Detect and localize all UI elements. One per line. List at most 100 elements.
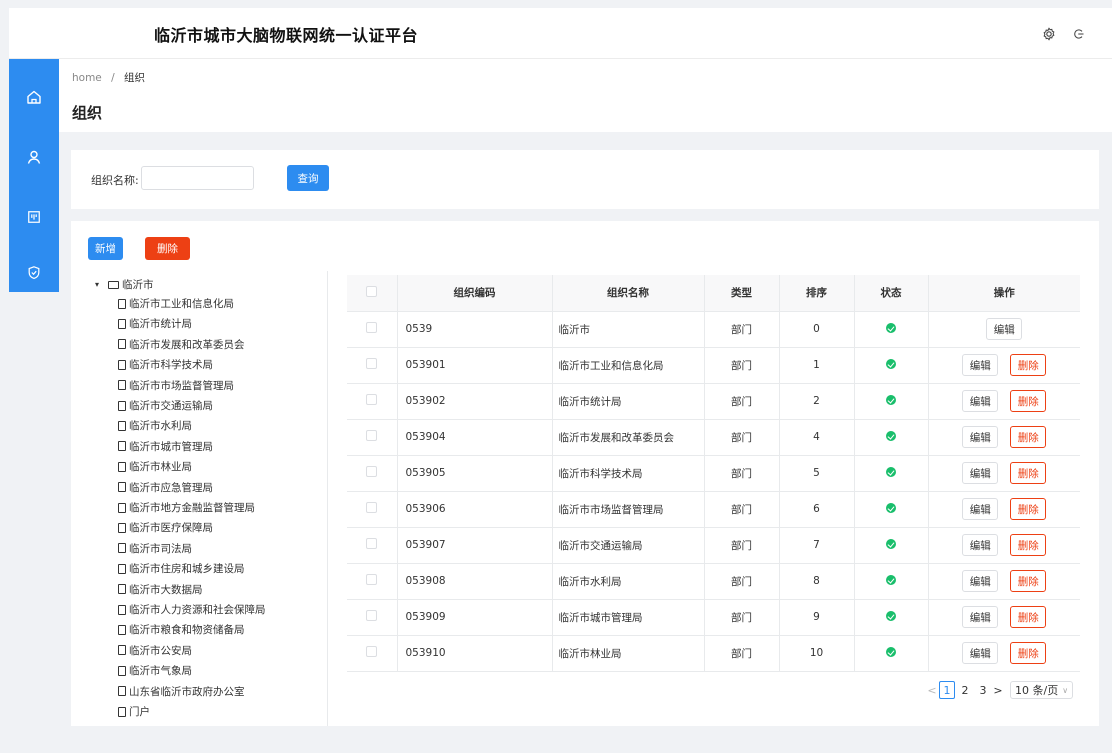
tree-node[interactable]: 山东省临沂市政府办公室 xyxy=(118,684,245,699)
tree-node[interactable]: 临沂市统计局 xyxy=(118,316,192,331)
tree-node-label: 临沂市人力资源和社会保障局 xyxy=(129,604,266,616)
tree-node[interactable]: 临沂市地方金融监督管理局 xyxy=(118,500,255,515)
row-checkbox[interactable] xyxy=(366,430,378,441)
page-title: 组织 xyxy=(72,104,103,122)
row-delete-button[interactable]: 删除 xyxy=(1010,642,1047,664)
row-delete-button[interactable]: 删除 xyxy=(1010,426,1047,448)
tree-node[interactable]: 临沂市市场监督管理局 xyxy=(118,378,234,393)
board-icon[interactable] xyxy=(9,197,59,237)
cell-code: 053902 xyxy=(397,383,553,420)
row-delete-button[interactable]: 删除 xyxy=(1010,606,1047,628)
delete-button[interactable]: 删除 xyxy=(145,237,190,260)
row-edit-button[interactable]: 编辑 xyxy=(962,462,999,484)
page-3[interactable]: 3 xyxy=(975,681,991,699)
row-edit-button[interactable]: 编辑 xyxy=(962,390,999,412)
row-edit-button[interactable]: 编辑 xyxy=(962,354,999,376)
sidebar xyxy=(9,59,59,292)
tree-node[interactable]: 临沂市城市管理局 xyxy=(118,439,213,454)
tree-root[interactable]: ▾ 临沂市 xyxy=(95,277,154,292)
row-delete-button[interactable]: 删除 xyxy=(1010,390,1047,412)
row-checkbox[interactable] xyxy=(366,466,378,477)
file-icon xyxy=(118,400,126,411)
row-checkbox[interactable] xyxy=(366,538,378,549)
file-icon xyxy=(118,604,126,615)
tree-node[interactable]: 临沂市大数据局 xyxy=(118,582,203,597)
tree-node[interactable]: 临沂市工业和信息化局 xyxy=(118,296,234,311)
tree-node[interactable]: 临沂市气象局 xyxy=(118,663,192,678)
row-checkbox[interactable] xyxy=(366,322,378,333)
tree-node[interactable]: 临沂市交通运输局 xyxy=(118,398,213,413)
file-icon xyxy=(118,359,126,370)
row-delete-button[interactable]: 删除 xyxy=(1010,354,1047,376)
file-icon xyxy=(118,339,126,350)
row-checkbox[interactable] xyxy=(366,610,378,621)
tree-node[interactable]: 临沂市科学技术局 xyxy=(118,357,213,372)
cell-type: 部门 xyxy=(704,491,780,528)
query-button[interactable]: 查询 xyxy=(287,165,329,191)
row-delete-button[interactable]: 删除 xyxy=(1010,534,1047,556)
cell-name: 临沂市 xyxy=(552,311,705,348)
cell-name: 临沂市发展和改革委员会 xyxy=(552,419,705,456)
cell-order: 2 xyxy=(779,383,855,420)
tree-node[interactable]: 临沂市人力资源和社会保障局 xyxy=(118,602,266,617)
cell-code: 053904 xyxy=(397,419,553,456)
cell-order: 1 xyxy=(779,347,855,384)
row-edit-button[interactable]: 编辑 xyxy=(962,534,999,556)
caret-down-icon[interactable]: ▾ xyxy=(95,280,99,289)
page-size-select[interactable]: 10 条/页 ∨ xyxy=(1010,681,1074,699)
row-checkbox[interactable] xyxy=(366,394,378,405)
cell-name: 临沂市市场监督管理局 xyxy=(552,491,705,528)
prev-page[interactable]: < xyxy=(926,684,938,697)
org-name-input[interactable] xyxy=(141,166,254,190)
row-checkbox[interactable] xyxy=(366,574,378,585)
settings-icon[interactable] xyxy=(1040,25,1058,43)
status-enabled-icon xyxy=(886,466,896,477)
chevron-down-icon: ∨ xyxy=(1062,685,1069,695)
shield-icon[interactable] xyxy=(9,252,59,292)
select-all-checkbox[interactable] xyxy=(366,285,378,297)
tree-node[interactable]: 门户 xyxy=(118,704,150,719)
user-icon[interactable] xyxy=(9,137,59,177)
folder-open-icon xyxy=(108,280,120,289)
tree-node[interactable]: 临沂市林业局 xyxy=(118,459,192,474)
add-button[interactable]: 新增 xyxy=(88,237,123,260)
row-delete-button[interactable]: 删除 xyxy=(1010,570,1047,592)
search-panel: 组织名称: 查询 xyxy=(71,150,1099,209)
row-edit-button[interactable]: 编辑 xyxy=(962,498,999,520)
tree-node[interactable]: 临沂市粮食和物资储备局 xyxy=(118,622,245,637)
cell-code: 053901 xyxy=(397,347,553,384)
next-page[interactable]: > xyxy=(992,684,1004,697)
tree-node[interactable]: 临沂市应急管理局 xyxy=(118,480,213,495)
row-edit-button[interactable]: 编辑 xyxy=(962,570,999,592)
tree-node[interactable]: 临沂市水利局 xyxy=(118,418,192,433)
row-checkbox[interactable] xyxy=(366,502,378,513)
cell-type: 部门 xyxy=(704,635,780,672)
logout-icon[interactable] xyxy=(1070,25,1088,43)
row-checkbox[interactable] xyxy=(366,358,378,369)
row-checkbox[interactable] xyxy=(366,646,378,657)
tree-node-label: 临沂市公安局 xyxy=(129,644,192,657)
home-icon[interactable] xyxy=(9,77,59,117)
tree-node[interactable]: 临沂市发展和改革委员会 xyxy=(118,337,245,352)
file-icon xyxy=(118,502,126,513)
row-edit-button[interactable]: 编辑 xyxy=(986,318,1023,340)
status-enabled-icon xyxy=(886,322,896,333)
tree-node-label: 临沂市科学技术局 xyxy=(129,359,213,372)
tree-node[interactable]: 临沂市司法局 xyxy=(118,541,192,556)
tree-node[interactable]: 临沂市住房和城乡建设局 xyxy=(118,561,245,576)
row-delete-button[interactable]: 删除 xyxy=(1010,498,1047,520)
row-edit-button[interactable]: 编辑 xyxy=(962,642,999,664)
cell-code: 053910 xyxy=(397,635,553,672)
page-2[interactable]: 2 xyxy=(957,681,973,699)
breadcrumb-home[interactable]: home xyxy=(72,72,102,84)
col-name: 组织名称 xyxy=(552,275,705,312)
breadcrumb-separator: / xyxy=(111,72,115,84)
row-edit-button[interactable]: 编辑 xyxy=(962,426,999,448)
page-1[interactable]: 1 xyxy=(939,681,955,699)
org-table: 组织编码 组织名称 类型 排序 状态 操作 0539 临沂市 部门 0 编辑 053901… xyxy=(347,275,1080,672)
tree-node[interactable]: 临沂市公安局 xyxy=(118,643,192,658)
row-delete-button[interactable]: 删除 xyxy=(1010,462,1047,484)
tree-node[interactable]: 临沂市医疗保障局 xyxy=(118,520,213,535)
row-edit-button[interactable]: 编辑 xyxy=(962,606,999,628)
table-row: 053906 临沂市市场监督管理局 部门 6 编辑 删除 xyxy=(347,491,1080,528)
